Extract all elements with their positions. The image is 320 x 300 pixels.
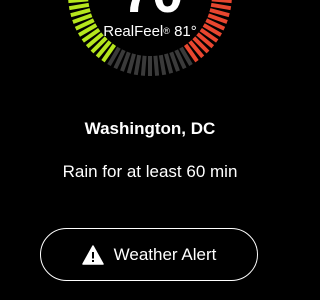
realfeel-readout: RealFeel® 81° bbox=[0, 23, 300, 41]
warning-triangle-icon bbox=[81, 244, 104, 265]
realfeel-registered-mark: ® bbox=[163, 26, 170, 36]
gauge-tick bbox=[140, 55, 147, 76]
realfeel-value: 81° bbox=[174, 23, 197, 40]
gauge-tick bbox=[126, 53, 136, 74]
precipitation-forecast: Rain for at least 60 min bbox=[62, 162, 238, 181]
realfeel-label: RealFeel bbox=[103, 23, 164, 40]
current-temperature: 70 bbox=[122, 0, 183, 21]
weather-alert-label: Weather Alert bbox=[113, 244, 217, 264]
gauge-tick bbox=[164, 53, 174, 74]
gauge-tick bbox=[133, 54, 142, 76]
weather-alert-button[interactable]: Weather Alert bbox=[40, 228, 258, 281]
gauge-tick bbox=[153, 55, 160, 76]
gauge-tick bbox=[158, 54, 167, 76]
location-name: Washington, DC bbox=[84, 119, 216, 138]
